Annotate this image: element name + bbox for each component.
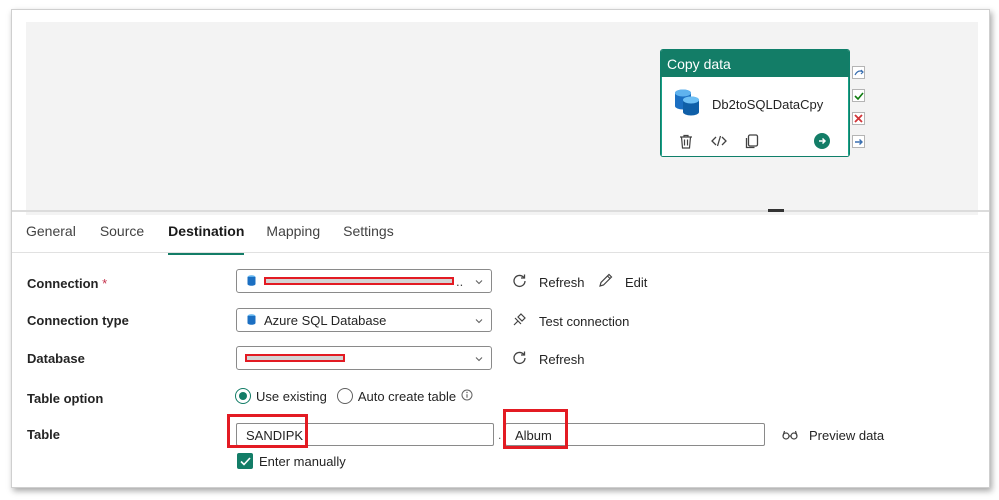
tab-mapping[interactable]: Mapping — [266, 223, 320, 253]
success-check-icon[interactable] — [852, 89, 865, 102]
table-option-label: Table option — [27, 391, 104, 406]
database-dropdown[interactable] — [236, 346, 492, 370]
activity-type-label: Copy data — [661, 50, 849, 77]
table-name-input[interactable]: Album — [505, 423, 765, 446]
database-redacted-value — [245, 354, 345, 362]
schema-table-separator: . — [498, 428, 502, 442]
preview-data-label: Preview data — [809, 428, 885, 443]
failure-x-icon[interactable] — [852, 112, 865, 125]
radio-auto-create-table[interactable] — [336, 388, 353, 404]
delete-icon[interactable] — [678, 133, 694, 149]
tab-general[interactable]: General — [26, 223, 76, 253]
connection-refresh-label: Refresh — [539, 274, 585, 290]
properties-tabs: General Source Destination Mapping Setti… — [26, 223, 394, 255]
glasses-icon — [782, 428, 804, 443]
copy-data-activity[interactable]: Copy data Db2toSQLDataCpy — [660, 49, 850, 157]
arrow-right-circle-icon[interactable] — [814, 133, 830, 149]
radio-auto-create-label[interactable]: Auto create table — [358, 389, 456, 404]
enter-manually-label[interactable]: Enter manually — [259, 454, 346, 469]
skip-icon[interactable] — [852, 66, 865, 79]
activity-output-ports — [852, 66, 866, 158]
splitter-grip[interactable] — [768, 209, 784, 212]
test-connection-label: Test connection — [539, 313, 630, 329]
table-label: Table — [27, 427, 60, 442]
tab-source[interactable]: Source — [100, 223, 144, 253]
connection-edit-button[interactable]: Edit — [598, 273, 647, 291]
connection-edit-label: Edit — [625, 274, 648, 290]
connection-label: Connection * — [27, 276, 108, 291]
connection-redacted-value — [264, 277, 454, 285]
database-refresh-label: Refresh — [539, 351, 585, 367]
database-label: Database — [27, 351, 85, 366]
required-mark: * — [102, 276, 108, 291]
completion-arrow-icon[interactable] — [852, 135, 865, 148]
refresh-icon — [512, 273, 533, 291]
chevron-down-icon — [474, 275, 484, 290]
connection-truncation: .. — [456, 273, 464, 289]
connection-dropdown[interactable]: .. — [236, 269, 492, 293]
radio-use-existing[interactable] — [235, 388, 251, 404]
activity-name: Db2toSQLDataCpy — [712, 97, 824, 112]
sql-database-icon — [247, 274, 256, 289]
pipeline-editor-window: Copy data Db2toSQLDataCpy General Source… — [11, 9, 990, 488]
copy-icon[interactable] — [744, 133, 760, 149]
tab-settings[interactable]: Settings — [343, 223, 394, 253]
chevron-down-icon — [474, 352, 484, 367]
enter-manually-option[interactable]: Enter manually — [237, 453, 346, 469]
preview-data-button[interactable]: Preview data — [782, 428, 884, 443]
info-icon[interactable] — [461, 389, 473, 404]
connection-type-dropdown[interactable]: Azure SQL Database — [236, 308, 492, 332]
panel-splitter[interactable] — [12, 210, 989, 212]
radio-use-existing-label[interactable]: Use existing — [256, 389, 327, 404]
tabs-divider — [12, 252, 989, 253]
test-connection-button[interactable]: Test connection — [512, 312, 629, 330]
plug-connect-icon — [512, 312, 533, 330]
connection-type-value: Azure SQL Database — [264, 312, 387, 328]
tab-destination[interactable]: Destination — [168, 223, 245, 255]
connection-refresh-button[interactable]: Refresh — [512, 273, 585, 291]
enter-manually-checkbox[interactable] — [237, 453, 253, 469]
connection-type-label: Connection type — [27, 313, 129, 328]
refresh-icon — [512, 350, 533, 368]
database-refresh-button[interactable]: Refresh — [512, 350, 585, 368]
table-option-radios: Use existing Auto create table — [235, 388, 473, 404]
code-icon[interactable] — [711, 133, 727, 149]
database-icon — [674, 88, 700, 121]
table-schema-input[interactable]: SANDIPK — [236, 423, 494, 446]
edit-pencil-icon — [598, 273, 619, 291]
chevron-down-icon — [474, 314, 484, 329]
sql-database-icon — [247, 313, 256, 328]
